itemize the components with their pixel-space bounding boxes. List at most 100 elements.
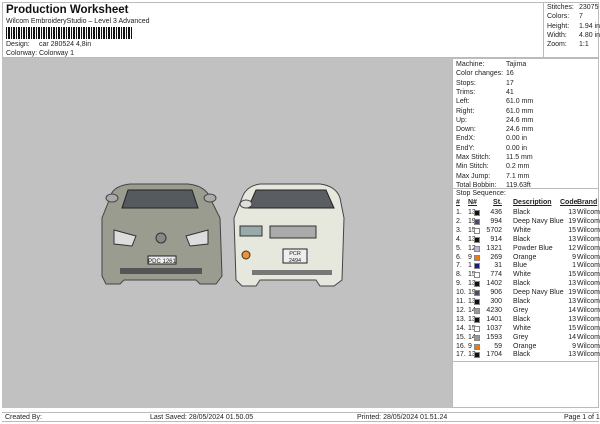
info-label: Left:	[456, 98, 470, 106]
info-label: Down:	[456, 126, 476, 134]
table-row: 16. 9 59 Orange 9 Wilcom	[456, 342, 600, 352]
color-swatch	[474, 263, 480, 270]
brand: Wilcom	[577, 324, 600, 332]
info-row: Min Stitch: 0.2 mm	[456, 163, 529, 171]
info-value: 41	[506, 88, 514, 96]
info-row: EndY: 0.00 in	[456, 144, 527, 152]
color-code: 14	[568, 306, 576, 314]
info-value: 0.2 mm	[506, 163, 530, 171]
stat-label: Width:	[547, 31, 567, 39]
color-code: 13	[568, 315, 576, 323]
color-description: Black	[513, 298, 531, 305]
color-swatch	[474, 299, 480, 305]
needle-number: 1	[468, 262, 472, 270]
info-row: EndX: 0.00 in	[456, 135, 527, 143]
colorway-row: Colorway: Colorway 1	[6, 50, 74, 57]
column-header: Description	[513, 199, 552, 206]
brand: Wilcom	[577, 333, 600, 341]
color-code: 15	[568, 226, 576, 234]
column-header: N#	[468, 199, 477, 206]
stop-sequence-title: Stop Sequence:	[456, 190, 506, 197]
info-value: 0.00 in	[506, 144, 528, 152]
brand: Wilcom	[577, 271, 600, 279]
design-info-panel: Machine: Tajima Color changes: 16 Stops: 17 Tr…	[452, 58, 600, 408]
stop-number: 2.	[456, 217, 462, 225]
color-swatch	[474, 281, 480, 288]
plate-car2-top: PCR	[289, 251, 301, 257]
color-swatch	[474, 316, 480, 323]
stitch-count: 1037	[486, 324, 502, 332]
color-description: Black	[513, 280, 531, 288]
color-code: 13	[568, 280, 576, 288]
color-swatch	[474, 227, 480, 234]
color-code: 15	[568, 271, 576, 279]
color-swatch	[474, 325, 480, 332]
stitch-count: 59	[494, 342, 502, 350]
color-swatch	[474, 343, 480, 350]
divider	[453, 188, 598, 189]
color-code: 13	[568, 235, 576, 243]
column-header: St.	[493, 199, 502, 206]
table-header: # N# St. Description Code Brand	[456, 199, 597, 208]
needle-number: 9	[468, 342, 472, 350]
table-row: 8. 15 774 White 15 Wilcom	[456, 271, 600, 280]
info-row: Max Jump: 7.1 mm	[456, 173, 529, 180]
color-code: 15	[568, 324, 576, 332]
info-label: Min Stitch:	[456, 163, 489, 171]
worksheet-header: Production Worksheet Wilcom EmbroiderySt…	[2, 2, 543, 58]
color-swatch	[474, 307, 480, 314]
created-by: Created By:	[5, 414, 42, 421]
design-canvas: PDC 1261 PCR 2494	[2, 58, 452, 408]
table-row: 12. 14 4230 Grey 14 Wilcom	[456, 306, 600, 316]
info-label: EndX:	[456, 135, 476, 143]
color-description: White	[513, 226, 531, 234]
stat-value: 1.94 in	[579, 22, 600, 30]
brand: Wilcom	[577, 244, 600, 252]
brand: Wilcom	[577, 315, 600, 323]
info-label: Color changes:	[456, 70, 504, 78]
info-label: EndY:	[456, 144, 475, 152]
stat-label: Stitches:	[547, 4, 574, 11]
info-value: 17	[506, 79, 514, 87]
design-row: Design: car 280524 4,8in	[6, 41, 91, 48]
stop-number: 8.	[456, 271, 462, 279]
color-code: 19	[568, 217, 576, 225]
stop-number: 12.	[456, 306, 466, 314]
color-code: 13	[568, 351, 576, 359]
color-swatch	[474, 245, 480, 252]
color-swatch	[474, 352, 480, 359]
stat-row: Zoom: 1:1	[547, 41, 589, 49]
table-row: 2. 19 994 Deep Navy Blue 19 Wilcom	[456, 217, 600, 227]
color-code: 9	[572, 342, 576, 350]
info-label: Stops:	[456, 79, 476, 87]
car-right: PCR 2494	[233, 183, 345, 287]
color-code: 9	[572, 253, 576, 261]
info-label: Machine:	[456, 61, 485, 68]
table-row: 13. 13 1401 Black 13 Wilcom	[456, 315, 600, 325]
column-header: Brand	[577, 199, 598, 206]
color-description: Black	[513, 209, 531, 216]
brand: Wilcom	[577, 226, 600, 234]
car-left: PDC 1261	[101, 183, 223, 285]
color-description: Black	[513, 315, 531, 323]
info-row: Up: 24.6 mm	[456, 117, 533, 124]
color-code: 13	[568, 209, 576, 216]
stitch-count: 1402	[486, 280, 502, 288]
table-row: 11. 13 300 Black 13 Wilcom	[456, 298, 600, 307]
info-value: 11.5 mm	[506, 154, 533, 161]
page-title: Production Worksheet	[6, 4, 129, 16]
color-description: Blue	[513, 262, 528, 270]
color-description: Deep Navy Blue	[513, 289, 564, 297]
color-code: 19	[568, 289, 576, 297]
color-swatch	[474, 218, 480, 225]
stitch-count: 436	[490, 209, 502, 216]
stitch-count: 906	[490, 289, 502, 297]
info-value: 61.0 mm	[506, 107, 534, 115]
color-swatch	[474, 334, 480, 341]
stat-label: Zoom:	[547, 41, 567, 49]
info-row: Color changes: 16	[456, 70, 514, 78]
info-row: Right: 61.0 mm	[456, 108, 533, 115]
color-code: 12	[568, 244, 576, 252]
stat-row: Stitches: 23075	[547, 4, 598, 11]
stitch-count: 31	[494, 262, 502, 270]
